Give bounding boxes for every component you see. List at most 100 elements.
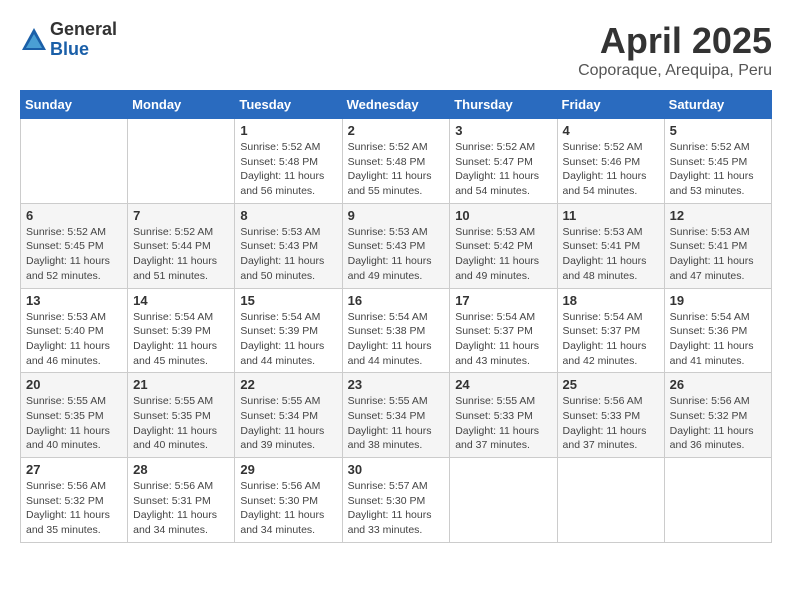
day-detail: Sunrise: 5:54 AM Sunset: 5:37 PM Dayligh…: [455, 310, 551, 369]
day-detail: Sunrise: 5:52 AM Sunset: 5:48 PM Dayligh…: [348, 140, 445, 199]
calendar-cell: 27 Sunrise: 5:56 AM Sunset: 5:32 PM Dayli…: [21, 458, 128, 543]
calendar-cell: 8Sunrise: 5:53 AM Sunset: 5:43 PM Daylig…: [235, 203, 342, 288]
day-number: 23: [348, 377, 445, 392]
calendar-cell: 1Sunrise: 5:52 AM Sunset: 5:48 PM Daylig…: [235, 119, 342, 204]
calendar-cell: 20 Sunrise: 5:55 AM Sunset: 5:35 PM Dayli…: [21, 373, 128, 458]
day-detail: Sunrise: 5:56 AM Sunset: 5:32 PM Dayligh…: [670, 394, 766, 453]
month-title: April 2025: [578, 20, 772, 62]
day-detail: Sunrise: 5:56 AM Sunset: 5:31 PM Dayligh…: [133, 479, 229, 538]
calendar-cell: [21, 119, 128, 204]
calendar-header-row: SundayMondayTuesdayWednesdayThursdayFrid…: [21, 91, 772, 119]
day-detail: Sunrise: 5:54 AM Sunset: 5:38 PM Dayligh…: [348, 310, 445, 369]
calendar-cell: 4 Sunrise: 5:52 AM Sunset: 5:46 PM Daylig…: [557, 119, 664, 204]
calendar-cell: 7Sunrise: 5:52 AM Sunset: 5:44 PM Daylig…: [128, 203, 235, 288]
calendar-cell: 28 Sunrise: 5:56 AM Sunset: 5:31 PM Dayli…: [128, 458, 235, 543]
calendar-cell: 21 Sunrise: 5:55 AM Sunset: 5:35 PM Dayli…: [128, 373, 235, 458]
day-detail: Sunrise: 5:57 AM Sunset: 5:30 PM Dayligh…: [348, 479, 445, 538]
calendar-header-saturday: Saturday: [664, 91, 771, 119]
calendar-cell: 23 Sunrise: 5:55 AM Sunset: 5:34 PM Dayli…: [342, 373, 450, 458]
day-detail: Sunrise: 5:53 AM Sunset: 5:41 PM Dayligh…: [563, 225, 659, 284]
day-detail: Sunrise: 5:52 AM Sunset: 5:46 PM Dayligh…: [563, 140, 659, 199]
day-number: 9: [348, 208, 445, 223]
day-detail: Sunrise: 5:52 AM Sunset: 5:45 PM Dayligh…: [670, 140, 766, 199]
calendar-cell: 17 Sunrise: 5:54 AM Sunset: 5:37 PM Dayli…: [450, 288, 557, 373]
calendar-cell: 12 Sunrise: 5:53 AM Sunset: 5:41 PM Dayli…: [664, 203, 771, 288]
day-detail: Sunrise: 5:56 AM Sunset: 5:32 PM Dayligh…: [26, 479, 122, 538]
day-number: 18: [563, 293, 659, 308]
calendar-cell: 25 Sunrise: 5:56 AM Sunset: 5:33 PM Dayli…: [557, 373, 664, 458]
day-detail: Sunrise: 5:55 AM Sunset: 5:33 PM Dayligh…: [455, 394, 551, 453]
day-detail: Sunrise: 5:53 AM Sunset: 5:42 PM Dayligh…: [455, 225, 551, 284]
calendar-cell: 19Sunrise: 5:54 AM Sunset: 5:36 PM Dayli…: [664, 288, 771, 373]
logo-text: General Blue: [50, 20, 117, 60]
day-number: 22: [240, 377, 336, 392]
day-number: 16: [348, 293, 445, 308]
day-detail: Sunrise: 5:54 AM Sunset: 5:36 PM Dayligh…: [670, 310, 766, 369]
day-detail: Sunrise: 5:53 AM Sunset: 5:43 PM Dayligh…: [240, 225, 336, 284]
day-detail: Sunrise: 5:54 AM Sunset: 5:39 PM Dayligh…: [240, 310, 336, 369]
calendar-cell: 26Sunrise: 5:56 AM Sunset: 5:32 PM Dayli…: [664, 373, 771, 458]
day-number: 10: [455, 208, 551, 223]
day-detail: Sunrise: 5:52 AM Sunset: 5:47 PM Dayligh…: [455, 140, 551, 199]
day-number: 7: [133, 208, 229, 223]
day-number: 3: [455, 123, 551, 138]
day-number: 28: [133, 462, 229, 477]
calendar-cell: 2Sunrise: 5:52 AM Sunset: 5:48 PM Daylig…: [342, 119, 450, 204]
calendar-header-monday: Monday: [128, 91, 235, 119]
calendar-cell: 10 Sunrise: 5:53 AM Sunset: 5:42 PM Dayli…: [450, 203, 557, 288]
day-number: 29: [240, 462, 336, 477]
calendar-cell: 18 Sunrise: 5:54 AM Sunset: 5:37 PM Dayli…: [557, 288, 664, 373]
day-detail: Sunrise: 5:55 AM Sunset: 5:34 PM Dayligh…: [348, 394, 445, 453]
calendar-cell: [128, 119, 235, 204]
day-number: 4: [563, 123, 659, 138]
day-detail: Sunrise: 5:52 AM Sunset: 5:48 PM Dayligh…: [240, 140, 336, 199]
calendar-cell: [664, 458, 771, 543]
day-detail: Sunrise: 5:55 AM Sunset: 5:35 PM Dayligh…: [26, 394, 122, 453]
day-detail: Sunrise: 5:53 AM Sunset: 5:41 PM Dayligh…: [670, 225, 766, 284]
day-number: 27: [26, 462, 122, 477]
calendar-header-sunday: Sunday: [21, 91, 128, 119]
day-number: 20: [26, 377, 122, 392]
calendar-cell: 6Sunrise: 5:52 AM Sunset: 5:45 PM Daylig…: [21, 203, 128, 288]
logo-blue-text: Blue: [50, 40, 117, 60]
calendar-cell: 30Sunrise: 5:57 AM Sunset: 5:30 PM Dayli…: [342, 458, 450, 543]
calendar-cell: 11 Sunrise: 5:53 AM Sunset: 5:41 PM Dayli…: [557, 203, 664, 288]
day-detail: Sunrise: 5:56 AM Sunset: 5:30 PM Dayligh…: [240, 479, 336, 538]
day-detail: Sunrise: 5:54 AM Sunset: 5:37 PM Dayligh…: [563, 310, 659, 369]
day-number: 12: [670, 208, 766, 223]
day-detail: Sunrise: 5:53 AM Sunset: 5:43 PM Dayligh…: [348, 225, 445, 284]
calendar-header-wednesday: Wednesday: [342, 91, 450, 119]
day-number: 13: [26, 293, 122, 308]
calendar-cell: 13 Sunrise: 5:53 AM Sunset: 5:40 PM Dayli…: [21, 288, 128, 373]
calendar-cell: 9 Sunrise: 5:53 AM Sunset: 5:43 PM Daylig…: [342, 203, 450, 288]
calendar-cell: 16 Sunrise: 5:54 AM Sunset: 5:38 PM Dayli…: [342, 288, 450, 373]
calendar-cell: [450, 458, 557, 543]
location-title: Coporaque, Arequipa, Peru: [578, 62, 772, 80]
calendar-cell: 3 Sunrise: 5:52 AM Sunset: 5:47 PM Daylig…: [450, 119, 557, 204]
calendar-header-friday: Friday: [557, 91, 664, 119]
calendar-cell: 5 Sunrise: 5:52 AM Sunset: 5:45 PM Daylig…: [664, 119, 771, 204]
day-detail: Sunrise: 5:56 AM Sunset: 5:33 PM Dayligh…: [563, 394, 659, 453]
day-number: 24: [455, 377, 551, 392]
logo-icon: [20, 26, 48, 54]
calendar: SundayMondayTuesdayWednesdayThursdayFrid…: [20, 90, 772, 543]
day-number: 11: [563, 208, 659, 223]
calendar-week-row: 1Sunrise: 5:52 AM Sunset: 5:48 PM Daylig…: [21, 119, 772, 204]
day-number: 25: [563, 377, 659, 392]
calendar-cell: 22Sunrise: 5:55 AM Sunset: 5:34 PM Dayli…: [235, 373, 342, 458]
calendar-header-thursday: Thursday: [450, 91, 557, 119]
title-area: April 2025 Coporaque, Arequipa, Peru: [578, 20, 772, 80]
header: General Blue April 2025 Coporaque, Arequ…: [20, 20, 772, 80]
day-detail: Sunrise: 5:53 AM Sunset: 5:40 PM Dayligh…: [26, 310, 122, 369]
logo-general-text: General: [50, 20, 117, 40]
calendar-cell: [557, 458, 664, 543]
day-detail: Sunrise: 5:54 AM Sunset: 5:39 PM Dayligh…: [133, 310, 229, 369]
day-detail: Sunrise: 5:55 AM Sunset: 5:35 PM Dayligh…: [133, 394, 229, 453]
calendar-cell: 24 Sunrise: 5:55 AM Sunset: 5:33 PM Dayli…: [450, 373, 557, 458]
logo: General Blue: [20, 20, 117, 60]
calendar-week-row: 13 Sunrise: 5:53 AM Sunset: 5:40 PM Dayli…: [21, 288, 772, 373]
calendar-cell: 29 Sunrise: 5:56 AM Sunset: 5:30 PM Dayli…: [235, 458, 342, 543]
day-number: 5: [670, 123, 766, 138]
day-number: 21: [133, 377, 229, 392]
day-number: 17: [455, 293, 551, 308]
